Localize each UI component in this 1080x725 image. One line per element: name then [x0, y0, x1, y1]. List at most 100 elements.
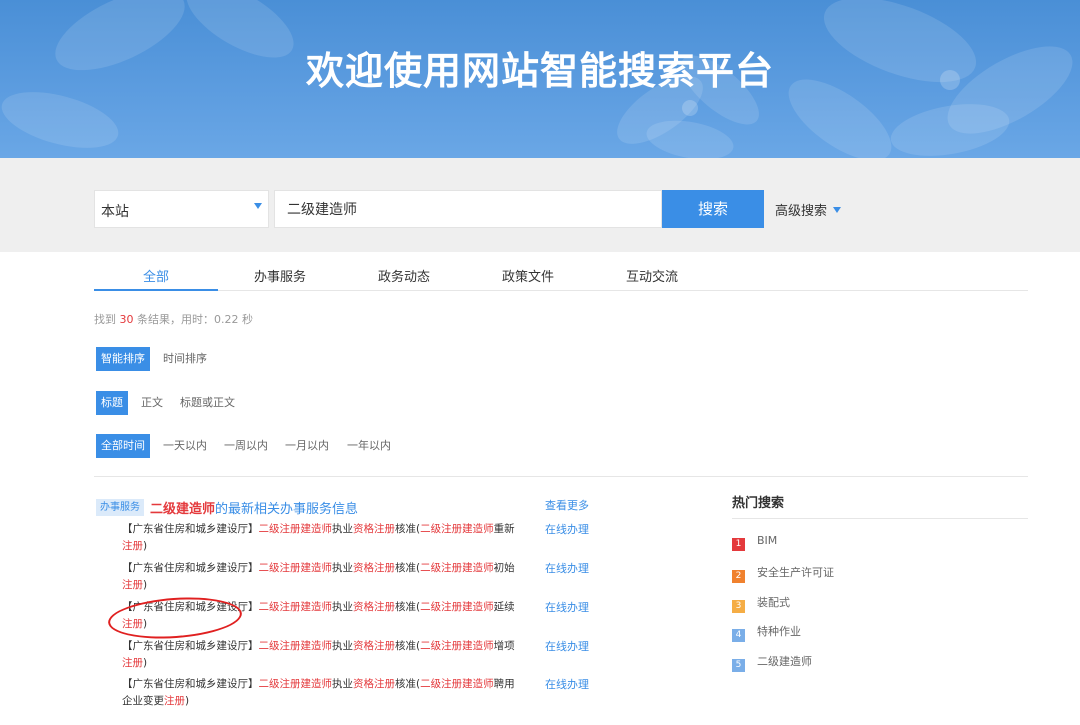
hot-search-title: 热门搜索	[732, 496, 785, 511]
service-item-text: 二级注册建造师	[420, 562, 494, 574]
service-item-text: 注册	[122, 579, 143, 591]
header-banner: 欢迎使用网站智能搜索平台	[0, 0, 1080, 158]
service-item-text: 二级注册建造师	[420, 601, 494, 613]
service-item-text: 二级注册建造师	[258, 523, 333, 535]
service-item-text: 执业	[332, 562, 353, 574]
chevron-down-icon	[254, 203, 262, 209]
hot-search-label: 安全生产许可证	[757, 566, 834, 579]
divider	[94, 476, 1028, 477]
hot-search-item[interactable]: 2 安全生产许可证	[732, 564, 834, 583]
scope-dropdown[interactable]: 本站	[94, 190, 269, 228]
service-item[interactable]: 【广东省住房和城乡建设厅】二级注册建造师执业资格注册核准(二级注册建造师增项注册…	[122, 638, 522, 672]
service-item-text: 增项	[493, 640, 515, 652]
service-item-text: )	[143, 579, 148, 591]
service-item-text: 延续	[493, 601, 515, 613]
search-button[interactable]: 搜索	[662, 190, 764, 228]
field-title[interactable]: 标题	[96, 391, 128, 415]
hot-search-label: 装配式	[757, 596, 790, 609]
service-item-text: 资格注册	[353, 640, 395, 652]
chevron-down-icon	[833, 207, 842, 213]
service-item-text: 执业	[332, 640, 353, 652]
service-item-text: 执业	[332, 678, 353, 690]
advanced-search-toggle[interactable]: 高级搜索	[775, 200, 842, 219]
hot-search-item[interactable]: 4 特种作业	[732, 623, 801, 642]
service-item-text: 【广东省住房和城乡建设厅】	[122, 678, 259, 690]
tab-all[interactable]: 全部	[94, 266, 218, 291]
tab-policy[interactable]: 政策文件	[466, 266, 590, 291]
hot-search-item[interactable]: 5 二级建造师	[732, 653, 812, 672]
service-item-text: 资格注册	[353, 523, 395, 535]
sort-smart[interactable]: 智能排序	[96, 347, 150, 371]
online-handle-link[interactable]: 在线办理	[545, 676, 589, 692]
service-item-text: 执业	[332, 523, 353, 535]
service-item-text: 资格注册	[353, 562, 395, 574]
category-tabs: 全部 办事服务 政务动态 政策文件 互动交流	[94, 260, 1028, 291]
service-item-text: 注册	[122, 657, 143, 669]
tab-services[interactable]: 办事服务	[218, 266, 342, 291]
field-body[interactable]: 正文	[136, 391, 168, 415]
hot-search-item[interactable]: 3 装配式	[732, 594, 790, 613]
advanced-search-label: 高级搜索	[775, 204, 828, 219]
service-item-text: 资格注册	[353, 601, 395, 613]
service-item-text: 核准(	[395, 678, 421, 690]
heading-text: 的最新相关办事服务信息	[215, 502, 359, 517]
service-item-text: 注册	[122, 540, 143, 552]
service-item-text: )	[143, 540, 148, 552]
time-week[interactable]: 一周以内	[219, 434, 273, 458]
service-item-text: 【广东省住房和城乡建设厅】	[122, 562, 259, 574]
view-more-link[interactable]: 查看更多	[545, 497, 589, 513]
service-item-text: 核准(	[395, 601, 421, 613]
online-handle-link[interactable]: 在线办理	[545, 521, 589, 537]
service-item-text: 资格注册	[353, 678, 395, 690]
tab-news[interactable]: 政务动态	[342, 266, 466, 291]
field-title-or-body[interactable]: 标题或正文	[175, 391, 240, 415]
service-item-text: 二级注册建造师	[258, 640, 333, 652]
result-count: 找到 30 条结果，用时：0.22 秒	[94, 311, 253, 327]
service-badge: 办事服务	[96, 499, 144, 516]
service-item-text: 执业	[332, 601, 353, 613]
hot-search-label: BIM	[757, 534, 778, 547]
service-item-text: 二级注册建造师	[258, 562, 333, 574]
time-day[interactable]: 一天以内	[158, 434, 212, 458]
hot-search-divider	[732, 518, 1028, 519]
page-title: 欢迎使用网站智能搜索平台	[305, 49, 774, 93]
service-heading[interactable]: 二级建造师的最新相关办事服务信息	[150, 498, 358, 517]
service-item-text: 二级注册建造师	[420, 640, 494, 652]
online-handle-link[interactable]: 在线办理	[545, 560, 589, 576]
service-item-text: 初始	[493, 562, 515, 574]
service-item[interactable]: 【广东省住房和城乡建设厅】二级注册建造师执业资格注册核准(二级注册建造师初始注册…	[122, 560, 522, 594]
service-item-text: 注册	[164, 695, 185, 707]
service-item[interactable]: 【广东省住房和城乡建设厅】二级注册建造师执业资格注册核准(二级注册建造师聘用企业…	[122, 676, 522, 710]
time-month[interactable]: 一月以内	[280, 434, 334, 458]
service-item-text: 【广东省住房和城乡建设厅】	[122, 640, 259, 652]
online-handle-link[interactable]: 在线办理	[545, 599, 589, 615]
service-item-text: )	[185, 695, 190, 707]
service-item-text: 重新	[493, 523, 515, 535]
service-item-text: )	[143, 657, 148, 669]
service-item-text: 二级注册建造师	[258, 678, 333, 690]
result-count-suffix: 条结果，用时：0.22 秒	[133, 313, 253, 326]
online-handle-link[interactable]: 在线办理	[545, 638, 589, 654]
service-item-text: 核准(	[395, 640, 421, 652]
rank-badge: 2	[732, 570, 745, 583]
service-item-text: 二级注册建造师	[420, 678, 494, 690]
rank-badge: 4	[732, 629, 745, 642]
search-input[interactable]	[274, 190, 662, 228]
hot-search-label: 特种作业	[757, 625, 801, 638]
rank-badge: 5	[732, 659, 745, 672]
hot-search-item[interactable]: 1 BIM	[732, 534, 778, 551]
time-all[interactable]: 全部时间	[96, 434, 150, 458]
result-count-prefix: 找到	[94, 313, 120, 326]
time-year[interactable]: 一年以内	[342, 434, 396, 458]
sort-time[interactable]: 时间排序	[158, 347, 212, 371]
scope-value: 本站	[101, 204, 129, 220]
rank-badge: 3	[732, 600, 745, 613]
heading-keyword: 二级建造师	[150, 502, 216, 517]
service-item-text: 【广东省住房和城乡建设厅】	[122, 523, 259, 535]
service-item-text: 二级注册建造师	[258, 601, 333, 613]
service-item[interactable]: 【广东省住房和城乡建设厅】二级注册建造师执业资格注册核准(二级注册建造师重新注册…	[122, 521, 522, 555]
service-item-text: 核准(	[395, 562, 421, 574]
tab-interaction[interactable]: 互动交流	[590, 266, 714, 291]
service-item-text: 核准(	[395, 523, 421, 535]
result-count-number: 30	[119, 313, 134, 326]
